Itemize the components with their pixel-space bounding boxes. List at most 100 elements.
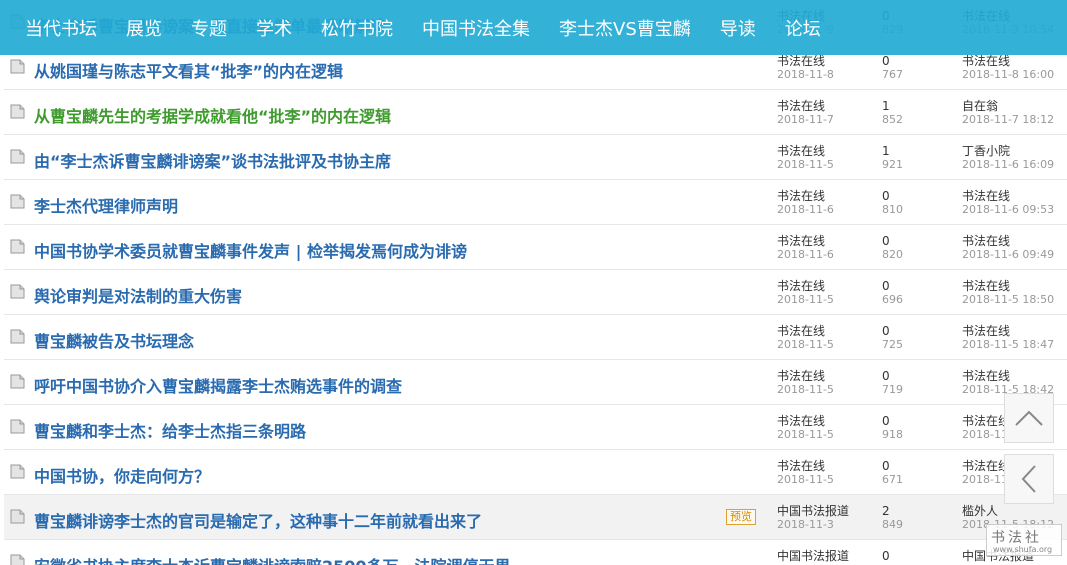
reply-count: 0 bbox=[882, 549, 890, 563]
thread-title[interactable]: 呼吁中国书协介入曹宝麟揭露李士杰贿选事件的调查 bbox=[34, 373, 402, 397]
source-cell: 书法在线 2018-11-5 bbox=[777, 459, 834, 487]
last-poster[interactable]: 书法在线 bbox=[962, 234, 1054, 248]
view-count: 921 bbox=[882, 158, 903, 171]
document-icon bbox=[10, 239, 25, 254]
last-post-cell: 书法在线 2018-11-8 16:00 bbox=[962, 54, 1054, 82]
source-cell: 书法在线 2018-11-7 bbox=[777, 99, 834, 127]
post-date: 2018-11-5 bbox=[777, 293, 834, 306]
document-icon bbox=[10, 149, 25, 164]
stats-cell: 1 852 bbox=[882, 99, 903, 127]
thread-title[interactable]: 安徽省书协主席李士杰诉曹宝麟诽谤索赔2500多万，法院调停无果 bbox=[34, 553, 511, 565]
source-cell: 书法在线 2018-11-6 bbox=[777, 189, 834, 217]
last-post-time: 2018-11-5 18:50 bbox=[962, 293, 1055, 306]
top-nav: 当代书坛 展览 专题 学术 松竹书院 中国书法全集 李士杰VS曹宝麟 导读 论坛 bbox=[0, 0, 1067, 55]
source-name[interactable]: 书法在线 bbox=[777, 369, 834, 383]
source-name[interactable]: 书法在线 bbox=[777, 414, 834, 428]
source-name[interactable]: 书法在线 bbox=[777, 54, 834, 68]
reply-count: 2 bbox=[882, 504, 890, 518]
last-poster[interactable]: 书法在线 bbox=[962, 369, 1054, 383]
thread-title[interactable]: 李士杰代理律师声明 bbox=[34, 193, 178, 217]
thread-title[interactable]: 曹宝麟被告及书坛理念 bbox=[34, 328, 194, 352]
back-to-top-button[interactable] bbox=[1004, 393, 1054, 443]
thread-title[interactable]: 从姚国瑾与陈志平文看其“批李”的内在逻辑 bbox=[34, 58, 343, 82]
table-row: 曹宝麟诽谤李士杰的官司是输定了，这种事十二年前就看出来了 预览 中国书法报道 2018… bbox=[4, 495, 1067, 540]
table-row: 呼吁中国书协介入曹宝麟揭露李士杰贿选事件的调查 书法在线 2018-11-5 0 719… bbox=[4, 360, 1067, 405]
nav-item-7[interactable]: 导读 bbox=[720, 15, 756, 41]
document-icon bbox=[10, 374, 25, 389]
source-name[interactable]: 书法在线 bbox=[777, 99, 834, 113]
reply-count: 0 bbox=[882, 189, 890, 203]
source-name[interactable]: 书法在线 bbox=[777, 189, 834, 203]
last-poster[interactable]: 书法在线 bbox=[962, 189, 1054, 203]
thread-title[interactable]: 曹宝麟诽谤李士杰的官司是输定了，这种事十二年前就看出来了 bbox=[34, 508, 482, 532]
document-icon bbox=[10, 59, 25, 74]
last-poster[interactable]: 丁香小院 bbox=[962, 144, 1054, 158]
last-post-cell: 书法在线 2018-11-5 18:50 bbox=[962, 279, 1054, 307]
view-count: 918 bbox=[882, 428, 903, 441]
nav-item-0[interactable]: 当代书坛 bbox=[25, 15, 97, 41]
post-date: 2018-11-6 bbox=[777, 248, 834, 261]
reply-count: 0 bbox=[882, 459, 890, 473]
thread-title[interactable]: 舆论审判是对法制的重大伤害 bbox=[34, 283, 242, 307]
document-icon bbox=[10, 104, 25, 119]
stats-cell: 0 725 bbox=[882, 324, 903, 352]
reply-count: 1 bbox=[882, 99, 890, 113]
reply-count: 0 bbox=[882, 414, 890, 428]
preview-badge[interactable]: 预览 bbox=[726, 509, 756, 525]
stats-cell: 0 810 bbox=[882, 189, 903, 217]
source-name[interactable]: 中国书法报道 bbox=[777, 549, 849, 563]
watermark-logo: 书法社 www.shufa.org bbox=[986, 524, 1062, 556]
last-post-cell: 书法在线 2018-11-6 09:49 bbox=[962, 234, 1054, 262]
source-name[interactable]: 书法在线 bbox=[777, 459, 834, 473]
reply-count: 1 bbox=[882, 144, 890, 158]
chevron-left-icon bbox=[1021, 465, 1036, 493]
document-icon bbox=[10, 554, 25, 565]
nav-item-3[interactable]: 学术 bbox=[256, 15, 292, 41]
view-count: 849 bbox=[882, 518, 903, 531]
thread-title[interactable]: 由“李士杰诉曹宝麟诽谤案”谈书法批评及书协主席 bbox=[34, 148, 391, 172]
nav-item-8[interactable]: 论坛 bbox=[785, 15, 821, 41]
last-post-cell: 丁香小院 2018-11-6 16:09 bbox=[962, 144, 1054, 172]
thread-title[interactable]: 曹宝麟和李士杰：给李士杰指三条明路 bbox=[34, 418, 306, 442]
view-count: 671 bbox=[882, 473, 903, 486]
stats-cell: 0 696 bbox=[882, 279, 903, 307]
last-poster[interactable]: 书法在线 bbox=[962, 324, 1054, 338]
thread-title[interactable]: 中国书协学术委员就曹宝麟事件发声 | 检举揭发焉何成为诽谤 bbox=[34, 238, 467, 262]
source-name[interactable]: 书法在线 bbox=[777, 234, 834, 248]
back-button[interactable] bbox=[1004, 454, 1054, 504]
last-poster[interactable]: 槛外人 bbox=[962, 504, 1054, 518]
thread-title[interactable]: 从曹宝麟先生的考据学成就看他“批李”的内在逻辑 bbox=[34, 103, 391, 127]
last-post-time: 2018-11-6 16:09 bbox=[962, 158, 1055, 171]
nav-item-4[interactable]: 松竹书院 bbox=[321, 15, 393, 41]
watermark-url: www.shufa.org bbox=[993, 545, 1053, 554]
source-name[interactable]: 书法在线 bbox=[777, 324, 834, 338]
nav-item-1[interactable]: 展览 bbox=[126, 15, 162, 41]
reply-count: 0 bbox=[882, 234, 890, 248]
source-name[interactable]: 书法在线 bbox=[777, 144, 834, 158]
post-date: 2018-11-5 bbox=[777, 158, 834, 171]
document-icon bbox=[10, 329, 25, 344]
post-date: 2018-11-7 bbox=[777, 113, 834, 126]
post-date: 2018-11-8 bbox=[777, 68, 834, 81]
nav-item-2[interactable]: 专题 bbox=[191, 15, 227, 41]
nav-item-6[interactable]: 李士杰VS曹宝麟 bbox=[559, 15, 691, 41]
stats-cell: 0 671 bbox=[882, 459, 903, 487]
nav-item-5[interactable]: 中国书法全集 bbox=[422, 15, 530, 41]
table-row: 从曹宝麟先生的考据学成就看他“批李”的内在逻辑 书法在线 2018-11-7 1 852… bbox=[4, 90, 1067, 135]
thread-list: 李士杰诉曹宝麟诽谤案，最直接最简单最清晰解读书法在线2018-11-90829书… bbox=[4, 0, 1067, 565]
last-post-time: 2018-11-7 18:12 bbox=[962, 113, 1055, 126]
last-poster[interactable]: 书法在线 bbox=[962, 54, 1054, 68]
stats-cell: 0 918 bbox=[882, 414, 903, 442]
source-name[interactable]: 书法在线 bbox=[777, 279, 834, 293]
view-count: 725 bbox=[882, 338, 903, 351]
last-poster[interactable]: 书法在线 bbox=[962, 279, 1054, 293]
source-cell: 书法在线 2018-11-5 bbox=[777, 369, 834, 397]
document-icon bbox=[10, 194, 25, 209]
source-name[interactable]: 中国书法报道 bbox=[777, 504, 849, 518]
table-row: 中国书协学术委员就曹宝麟事件发声 | 检举揭发焉何成为诽谤 书法在线 2018-11… bbox=[4, 225, 1067, 270]
chevron-up-icon bbox=[1015, 410, 1043, 426]
last-poster[interactable]: 自在翁 bbox=[962, 99, 1054, 113]
thread-title[interactable]: 中国书协，你走向何方？ bbox=[34, 463, 210, 487]
post-date: 2018-11-6 bbox=[777, 203, 834, 216]
table-row: 安徽省书协主席李士杰诉曹宝麟诽谤索赔2500多万，法院调停无果 中国书法报道201… bbox=[4, 540, 1067, 565]
